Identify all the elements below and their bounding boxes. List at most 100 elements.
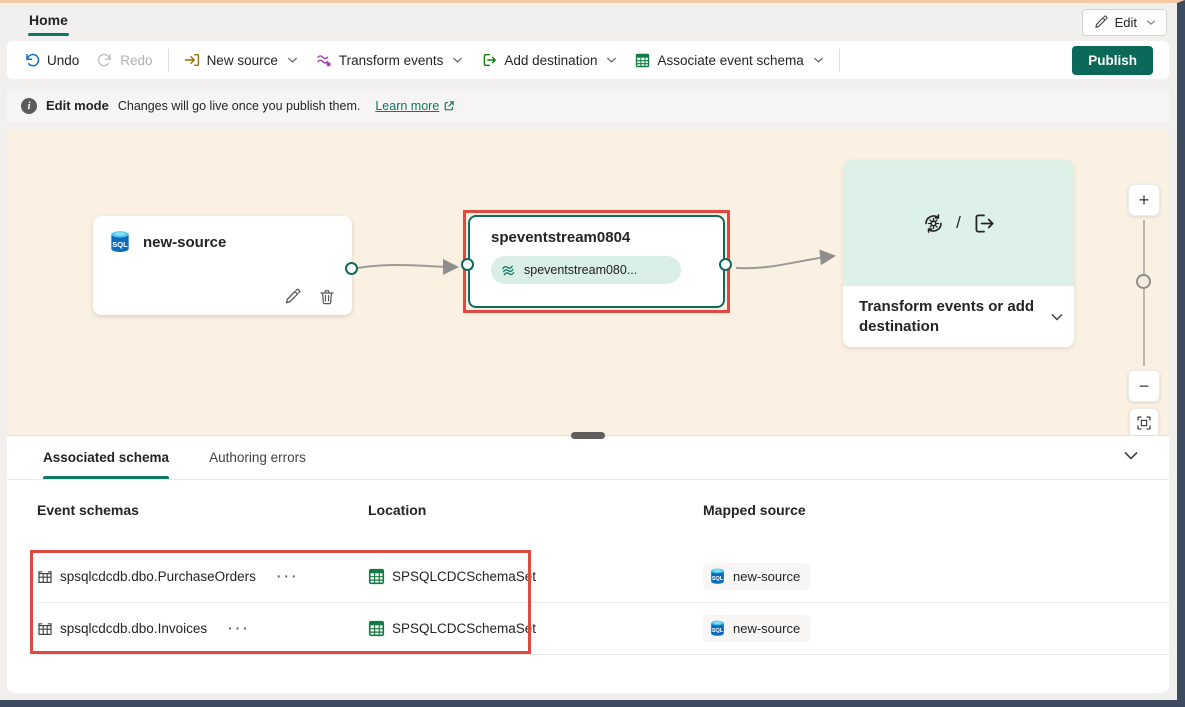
edge-stream-to-placeholder: [736, 256, 834, 268]
location-cell: SPSQLCDCSchemaSet: [368, 568, 703, 585]
associate-event-schema-label: Associate event schema: [657, 53, 803, 68]
zoom-slider[interactable]: [1143, 220, 1145, 366]
info-icon: i: [21, 98, 37, 114]
transform-events-button[interactable]: Transform events: [307, 46, 473, 74]
panel-tabs: Associated schema Authoring errors: [7, 436, 1169, 480]
learn-more-link[interactable]: Learn more: [375, 99, 455, 113]
output-connector[interactable]: [719, 258, 732, 271]
transform-icon: [316, 52, 332, 68]
app-window: Home Edit Undo Redo: [0, 0, 1185, 707]
edit-mode-dropdown-button[interactable]: Edit: [1082, 9, 1167, 36]
tab-home[interactable]: Home: [29, 12, 68, 36]
undo-label: Undo: [47, 53, 79, 68]
collapse-panel-chevron-icon[interactable]: [1123, 450, 1139, 461]
column-header-mapped-source: Mapped source: [703, 502, 1169, 551]
schema-set-icon: [368, 620, 385, 637]
location-name: SPSQLCDCSchemaSet: [392, 621, 536, 636]
schema-cell: spsqlcdcdb.dbo.PurchaseOrders ···: [37, 569, 368, 585]
sql-database-icon: SQL: [708, 567, 727, 586]
delete-trash-icon[interactable]: [318, 288, 336, 306]
destination-icon: [971, 211, 996, 236]
transform-gear-icon: [921, 211, 946, 236]
table-row[interactable]: spsqlcdcdb.dbo.Invoices ··· SPSQLCDCSche…: [37, 603, 1169, 655]
schema-name: spsqlcdcdb.dbo.Invoices: [60, 621, 207, 636]
sql-database-icon: SQL: [708, 619, 727, 638]
pencil-icon: [1093, 15, 1108, 30]
placeholder-node[interactable]: / Transform events or add destination: [843, 160, 1074, 347]
chevron-down-icon: [606, 56, 617, 64]
toolbar-separator: [168, 49, 169, 72]
location-name: SPSQLCDCSchemaSet: [392, 569, 536, 584]
location-cell: SPSQLCDCSchemaSet: [368, 620, 703, 637]
source-node-header: SQL new-source: [93, 216, 352, 255]
transform-events-label: Transform events: [339, 53, 444, 68]
mapped-source-cell: SQL new-source: [703, 615, 1169, 642]
learn-more-label: Learn more: [375, 99, 439, 113]
edit-mode-label: Edit mode: [46, 98, 109, 113]
sql-icon-label: SQL: [712, 628, 724, 634]
table-row[interactable]: spsqlcdcdb.dbo.PurchaseOrders ··· SPSQLC…: [37, 551, 1169, 603]
publish-button[interactable]: Publish: [1072, 46, 1153, 75]
redo-icon: [97, 52, 113, 68]
redo-button[interactable]: Redo: [88, 46, 161, 74]
placeholder-node-bottom: Transform events or add destination: [843, 286, 1074, 347]
eventstream-pill[interactable]: speventstream080...: [491, 256, 681, 284]
eventstream-node-title: speventstream0804: [491, 229, 723, 246]
annotation-box-stream: speventstream0804 speventstream080...: [463, 210, 730, 313]
zoom-out-button[interactable]: −: [1128, 370, 1160, 402]
new-source-label: New source: [207, 53, 278, 68]
schema-name: spsqlcdcdb.dbo.PurchaseOrders: [60, 569, 256, 584]
source-node-actions: [283, 288, 336, 306]
undo-button[interactable]: Undo: [15, 46, 88, 74]
mapped-source-chip[interactable]: SQL new-source: [703, 615, 810, 642]
banner-message: Changes will go live once you publish th…: [118, 99, 361, 113]
new-source-button[interactable]: New source: [175, 46, 307, 74]
placeholder-node-top: /: [843, 160, 1074, 286]
eventstream-canvas[interactable]: SQL new-source speventstream0804: [7, 129, 1169, 435]
edit-mode-banner: i Edit mode Changes will go live once yo…: [7, 89, 1169, 122]
redo-label: Redo: [120, 53, 152, 68]
more-options-button[interactable]: ···: [228, 621, 251, 636]
zoom-in-button[interactable]: +: [1128, 184, 1160, 216]
eventstream-pill-label: speventstream080...: [524, 263, 637, 277]
input-connector[interactable]: [461, 258, 474, 271]
chevron-down-icon: [813, 56, 824, 64]
mapped-source-name: new-source: [733, 569, 800, 584]
toolbar-separator: [839, 49, 840, 72]
sql-database-icon: SQL: [107, 229, 133, 255]
schema-table: Event schemas Location Mapped source sps…: [7, 480, 1169, 655]
associate-event-schema-button[interactable]: Associate event schema: [626, 47, 832, 74]
tab-authoring-errors[interactable]: Authoring errors: [209, 436, 306, 479]
more-options-button[interactable]: ···: [277, 569, 300, 584]
zoom-controls: + −: [1128, 184, 1160, 438]
panel-resize-handle[interactable]: [571, 432, 605, 439]
table-grid-icon: [37, 621, 53, 637]
edge-source-to-stream: [357, 265, 457, 268]
eventstream-icon: [501, 263, 516, 278]
mapped-source-cell: SQL new-source: [703, 563, 1169, 590]
zoom-slider-handle[interactable]: [1136, 274, 1151, 289]
chevron-down-icon[interactable]: [1050, 312, 1064, 322]
chevron-down-icon: [287, 56, 298, 64]
sql-icon-label: SQL: [712, 576, 724, 582]
add-destination-button[interactable]: Add destination: [472, 46, 626, 74]
ribbon-header: Home Edit: [7, 3, 1177, 41]
mapped-source-name: new-source: [733, 621, 800, 636]
add-destination-label: Add destination: [504, 53, 597, 68]
tab-associated-schema[interactable]: Associated schema: [43, 436, 169, 479]
undo-icon: [24, 52, 40, 68]
output-connector[interactable]: [345, 262, 358, 275]
placeholder-node-label: Transform events or add destination: [859, 297, 1044, 336]
fit-view-icon: [1136, 415, 1152, 431]
schema-set-icon: [368, 568, 385, 585]
source-node[interactable]: SQL new-source: [93, 216, 352, 315]
schema-table-icon: [635, 53, 650, 68]
fit-view-button[interactable]: [1129, 408, 1159, 438]
eventstream-node[interactable]: speventstream0804 speventstream080...: [468, 215, 725, 308]
mapped-source-chip[interactable]: SQL new-source: [703, 563, 810, 590]
edit-pencil-icon[interactable]: [283, 288, 301, 306]
sql-icon-label: SQL: [112, 240, 128, 249]
import-icon: [184, 52, 200, 68]
chevron-down-icon: [452, 56, 463, 64]
schema-cell: spsqlcdcdb.dbo.Invoices ···: [37, 621, 368, 637]
